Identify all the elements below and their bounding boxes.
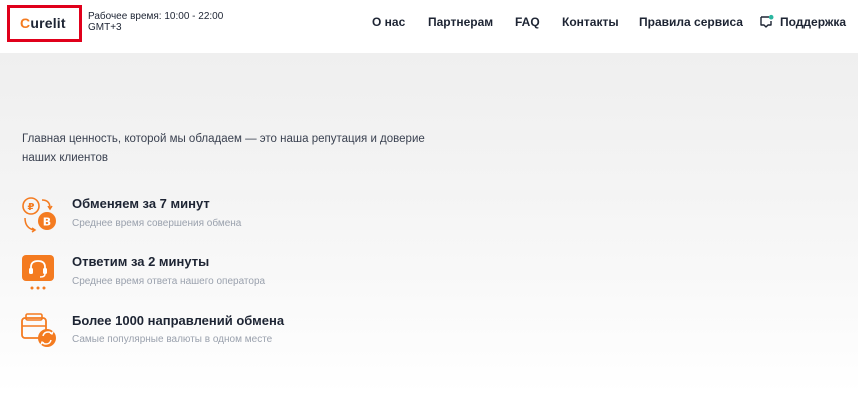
svg-text:₽: ₽: [28, 202, 35, 213]
site-header: Curelit Рабочее время: 10:00 - 22:00 GMT…: [0, 0, 858, 53]
nav-support[interactable]: Поддержка: [780, 15, 846, 29]
nav-rules[interactable]: Правила сервиса: [639, 15, 743, 29]
logo[interactable]: Curelit: [20, 15, 66, 31]
nav-contacts[interactable]: Контакты: [562, 15, 619, 29]
feature-title-directions: Более 1000 направлений обмена: [72, 313, 285, 328]
hero-tagline: Главная ценность, которой мы обладаем — …: [22, 133, 425, 164]
nav-partners[interactable]: Партнерам: [428, 15, 493, 29]
logo-text: urelit: [30, 15, 66, 31]
operator-headset-icon: [22, 255, 54, 290]
working-hours-time: Рабочее время: 10:00 - 22:00: [88, 11, 224, 22]
ruble-bitcoin-exchange-icon: ₽ B: [22, 197, 56, 233]
nav-about[interactable]: О нас: [372, 15, 405, 29]
feature-subtitle-directions: Самые популярные валюты в одном месте: [72, 334, 273, 345]
feature-title-exchange-time: Обменяем за 7 минут: [72, 196, 210, 211]
working-hours: Рабочее время: 10:00 - 22:00 GMT+3: [88, 11, 223, 33]
nav-faq[interactable]: FAQ: [515, 15, 540, 29]
svg-text:B: B: [43, 216, 51, 229]
wallet-exchange-icon: [21, 313, 56, 347]
feature-title-response-time: Ответим за 2 минуты: [72, 254, 210, 269]
feature-subtitle-exchange-time: Среднее время совершения обмена: [72, 218, 242, 229]
logo-initial: C: [20, 15, 31, 31]
feature-subtitle-response-time: Среднее время ответа нашего оператора: [72, 276, 266, 287]
support-chat-icon[interactable]: [759, 14, 774, 29]
working-hours-timezone: GMT+3: [88, 22, 122, 33]
